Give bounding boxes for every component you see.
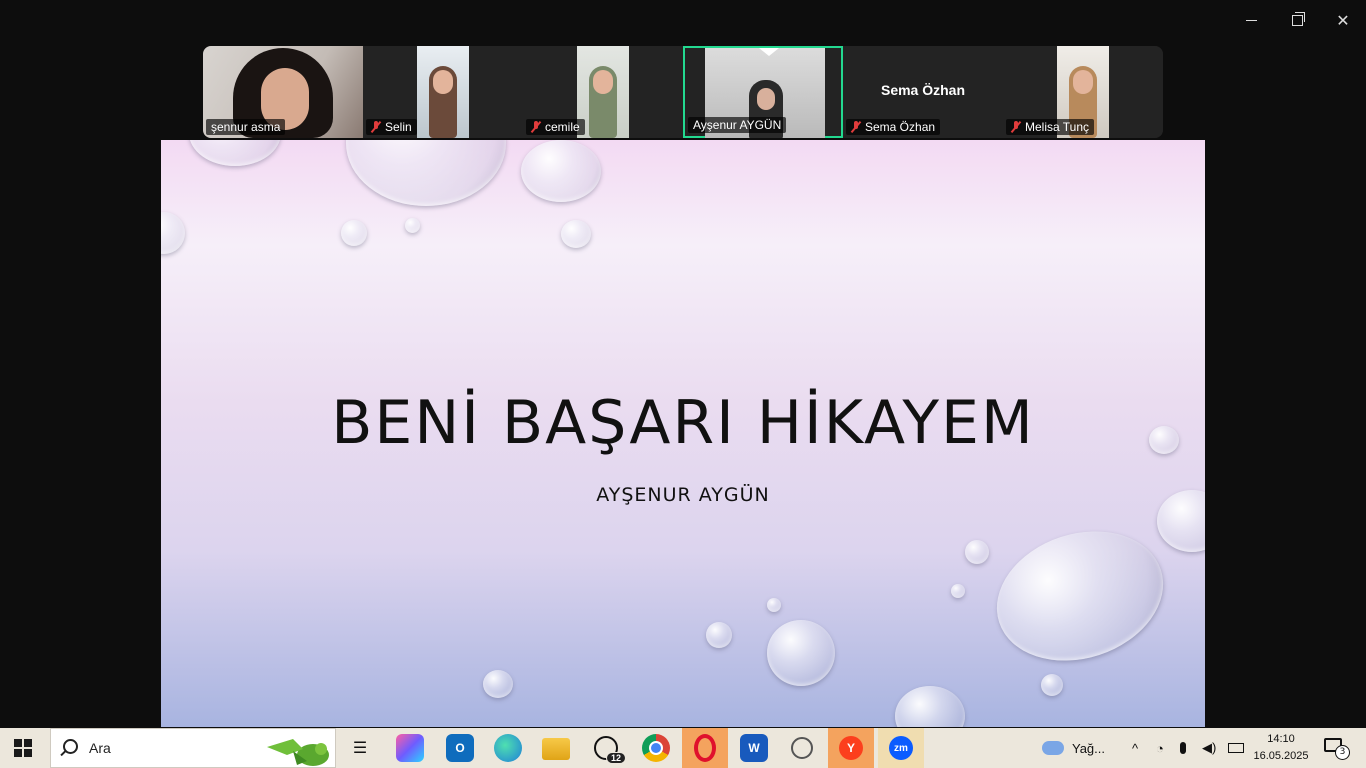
- search-placeholder: Ara: [89, 740, 111, 756]
- start-button[interactable]: [14, 739, 32, 757]
- yandex-icon: Y: [839, 736, 863, 760]
- water-drop: [706, 622, 732, 648]
- minimize-icon: [1245, 19, 1257, 21]
- participant-name-tag: Selin: [366, 119, 417, 135]
- mic-muted-icon: [531, 121, 541, 133]
- clock-time: 14:10: [1267, 733, 1295, 745]
- participant-name-tag: cemile: [526, 119, 585, 135]
- participant-tile[interactable]: Sema Özhan Sema Özhan: [843, 46, 1003, 138]
- copilot-button[interactable]: [396, 734, 424, 762]
- participant-name: cemile: [545, 120, 580, 134]
- word-button[interactable]: W: [740, 734, 768, 762]
- microphone-icon: [1180, 742, 1186, 754]
- weather-rain-icon: [1042, 741, 1064, 755]
- participant-tile[interactable]: cemile: [523, 46, 683, 138]
- notification-center-button[interactable]: 3: [1324, 738, 1350, 760]
- participant-name: Selin: [385, 120, 412, 134]
- clock-date: 16.05.2025: [1253, 750, 1309, 762]
- water-drop: [521, 140, 601, 202]
- file-explorer-button[interactable]: [542, 738, 570, 760]
- participant-name-tag: Sema Özhan: [846, 119, 941, 135]
- minimize-button[interactable]: [1236, 8, 1266, 32]
- participant-video: [577, 46, 629, 138]
- task-view-button[interactable]: ☰: [346, 734, 374, 762]
- participant-name-tag: Ayşenur AYGÜN: [688, 117, 787, 133]
- participant-name: Melisa Tunç: [1025, 120, 1090, 134]
- water-drop: [895, 686, 965, 727]
- opera-button[interactable]: [682, 728, 728, 768]
- taskbar-search[interactable]: Ara: [50, 728, 336, 768]
- outlook-button[interactable]: O: [446, 734, 474, 762]
- water-drop: [189, 140, 281, 166]
- water-drop: [1041, 674, 1063, 696]
- participant-name-tag: Melisa Tunç: [1006, 119, 1095, 135]
- wifi-icon: ◔: [1156, 740, 1164, 756]
- restore-icon: [1291, 11, 1305, 26]
- speaker-icon: ◀): [1202, 740, 1217, 755]
- close-icon: ✕: [1336, 10, 1350, 30]
- water-drop: [980, 510, 1180, 682]
- water-drop: [341, 220, 367, 246]
- video-off-name: Sema Özhan: [880, 82, 966, 98]
- zoom-icon: zm: [889, 736, 913, 760]
- mic-muted-icon: [851, 121, 861, 133]
- volume-button[interactable]: ◀): [1202, 728, 1216, 768]
- outlook-icon: O: [455, 741, 465, 755]
- participant-name: Ayşenur AYGÜN: [693, 118, 782, 132]
- wifi-button[interactable]: ◔: [1156, 728, 1164, 768]
- participant-name-tag: şennur asma: [206, 119, 286, 135]
- zoom-button[interactable]: zm: [878, 728, 924, 768]
- participant-tile[interactable]: şennur asma: [203, 46, 363, 138]
- water-drop: [483, 670, 513, 698]
- participant-name: şennur asma: [211, 120, 281, 134]
- system-clock[interactable]: 14:10 16.05.2025: [1248, 731, 1314, 765]
- edge-button[interactable]: [494, 734, 522, 762]
- search-icon: [63, 739, 78, 754]
- water-drop: [951, 584, 965, 598]
- chrome-button[interactable]: [642, 734, 670, 762]
- windows-logo-icon: [14, 739, 22, 747]
- water-drop: [346, 140, 506, 206]
- slide-title: BENİ BAŞARI HİKAYEM: [331, 388, 1035, 458]
- word-icon: W: [748, 741, 760, 755]
- mic-muted-icon: [1011, 121, 1021, 133]
- water-drop: [965, 540, 989, 564]
- water-drop: [767, 598, 781, 612]
- water-drop: [767, 620, 835, 686]
- participant-tile[interactable]: Selin: [363, 46, 523, 138]
- battery-icon: [1228, 743, 1244, 753]
- slide-subtitle: AYŞENUR AYGÜN: [596, 484, 770, 506]
- notification-count-badge: 3: [1335, 745, 1350, 760]
- participant-name: Sema Özhan: [865, 120, 936, 134]
- participant-tile[interactable]: Melisa Tunç: [1003, 46, 1163, 138]
- microphone-button[interactable]: [1180, 728, 1186, 768]
- weather-widget[interactable]: Yağ...: [1042, 728, 1105, 768]
- show-hidden-icons-button[interactable]: ^: [1132, 728, 1138, 768]
- participant-video: [417, 46, 469, 138]
- water-drop: [405, 218, 420, 233]
- whatsapp-button[interactable]: 12: [592, 734, 626, 764]
- taskbar: Ara ☰ O 12 W Y zm Yağ... ^ ◔ ◀) 14:10 16…: [0, 728, 1366, 768]
- participant-strip: şennur asma Selin cemile Ayşenur AYGÜN S…: [203, 46, 1163, 138]
- water-drop: [561, 220, 591, 248]
- shared-slide: BENİ BAŞARI HİKAYEM AYŞENUR AYGÜN: [161, 140, 1205, 727]
- close-button[interactable]: ✕: [1328, 8, 1358, 32]
- network-app-button[interactable]: [788, 734, 816, 762]
- chrome-icon: [649, 741, 663, 755]
- active-speaker-tile[interactable]: Ayşenur AYGÜN: [683, 46, 843, 138]
- opera-icon: [694, 734, 716, 762]
- battery-button[interactable]: [1228, 728, 1244, 768]
- yandex-button[interactable]: Y: [828, 728, 874, 768]
- mic-muted-icon: [371, 121, 381, 133]
- webcam-app-icon: [791, 737, 813, 759]
- restore-button[interactable]: [1282, 8, 1312, 32]
- weather-text: Yağ...: [1072, 740, 1106, 756]
- water-drop: [161, 212, 185, 254]
- search-highlight-parrot-icon: [267, 739, 329, 766]
- task-view-icon: ☰: [352, 740, 368, 757]
- whatsapp-unread-badge: 12: [605, 752, 626, 764]
- chevron-up-icon: ^: [1132, 740, 1139, 756]
